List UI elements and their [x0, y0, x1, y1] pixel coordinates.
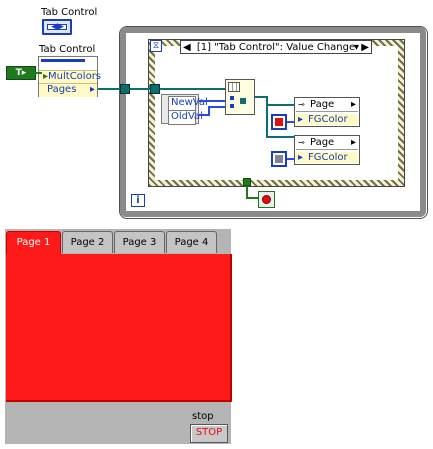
- page-node-top: ⊸ Page ▸: [296, 99, 358, 112]
- tab-control[interactable]: Page 1 Page 2 Page 3 Page 4: [5, 231, 231, 255]
- input-arrow-icon: ▸: [298, 152, 304, 163]
- red-color-swatch: [275, 118, 283, 126]
- stop-wire-horizontal: [246, 197, 258, 199]
- pages-wire-to-select: [160, 88, 226, 90]
- node-arrow-icon: ▸: [350, 99, 356, 110]
- tab-control-terminal-label: Tab Control: [41, 7, 98, 18]
- event-case-label: [1] "Tab Control": Value Change: [196, 42, 356, 53]
- property-multcolors-label: MultColors: [48, 71, 102, 82]
- loop-tunnel: [120, 84, 130, 94]
- output-arrow-icon: ▸: [89, 84, 95, 95]
- page-wire-top: [268, 104, 294, 106]
- boolean-wire: [34, 72, 42, 74]
- index-array-node[interactable]: [225, 79, 255, 115]
- page-node-label: Page: [310, 99, 335, 110]
- reference-key-icon: ⊸: [298, 138, 305, 147]
- true-constant[interactable]: T▸: [6, 66, 36, 80]
- event-case-selector[interactable]: ◀ [1] "Tab Control": Value Change ▾ ▶: [180, 40, 372, 54]
- selector-left-arrow-icon[interactable]: ◀: [183, 41, 191, 54]
- property-row-multcolors[interactable]: ▸MultColors: [39, 70, 101, 84]
- oldval-wire-to-select: [208, 106, 226, 108]
- tab-control-terminal[interactable]: ◀▶: [42, 19, 72, 35]
- node-arrow-icon: ▸: [350, 137, 356, 148]
- red-color-constant[interactable]: [271, 114, 287, 130]
- page-node-top: ⊸ Page ▸: [296, 137, 358, 150]
- input-arrow-icon: ▸: [298, 114, 304, 125]
- tab-page-4[interactable]: Page 4: [166, 231, 217, 253]
- page-wire-bottom: [268, 136, 294, 138]
- event-tunnel: [150, 84, 160, 94]
- tab-page-3[interactable]: Page 3: [114, 231, 165, 253]
- tab-page-2[interactable]: Page 2: [62, 231, 113, 253]
- output-dot-icon: [240, 98, 246, 104]
- fgcolor-label: FGColor: [308, 152, 348, 163]
- stop-sign-icon: [262, 195, 271, 204]
- iteration-terminal[interactable]: i: [131, 194, 145, 207]
- tab-page-content: [6, 254, 232, 402]
- tab-page-1[interactable]: Page 1: [6, 231, 61, 255]
- page-fgcolor-node-2[interactable]: ⊸ Page ▸ ▸ FGColor: [294, 135, 360, 165]
- stop-button[interactable]: STOP: [190, 424, 228, 443]
- index-dot-icon: [230, 96, 234, 100]
- loop-condition-terminal[interactable]: [258, 191, 275, 208]
- tab-control-property-node[interactable]: ▸MultColors Pages ▸: [38, 56, 101, 97]
- gray-color-wire: [287, 158, 294, 160]
- property-node-label: Tab Control: [39, 44, 96, 55]
- constant-arrow-icon: ▸: [21, 68, 27, 78]
- red-color-wire: [287, 121, 294, 123]
- array-icon: [228, 82, 240, 92]
- fgcolor-row[interactable]: ▸ FGColor: [296, 152, 358, 163]
- reference-key-icon: ⊸: [298, 100, 305, 109]
- event-data-oldval[interactable]: OldVal: [168, 110, 203, 125]
- gray-color-swatch: [275, 155, 283, 163]
- block-diagram-and-front-panel: { "diagram": { "tab_control_terminal_lab…: [0, 0, 433, 449]
- event-data-node[interactable]: NewVal OldVal: [161, 94, 208, 125]
- index-dot-icon: [230, 104, 234, 108]
- stop-label: stop: [192, 411, 214, 422]
- page-wire-vertical: [266, 96, 268, 138]
- property-node-ref-bar: [41, 59, 85, 62]
- boolean-tunnel: [243, 178, 251, 186]
- gray-color-constant[interactable]: [271, 151, 287, 167]
- property-node-header: [39, 57, 97, 71]
- page-fgcolor-node-1[interactable]: ⊸ Page ▸ ▸ FGColor: [294, 97, 360, 127]
- fgcolor-row[interactable]: ▸ FGColor: [296, 114, 358, 125]
- selector-dropdown-icon[interactable]: ▾: [354, 41, 359, 54]
- newval-wire: [199, 100, 225, 102]
- fgcolor-label: FGColor: [308, 114, 348, 125]
- property-pages-label: Pages: [47, 84, 77, 95]
- timeout-hourglass-icon[interactable]: ⧖: [150, 40, 162, 52]
- selector-right-arrow-icon[interactable]: ▶: [361, 41, 369, 54]
- page-node-label: Page: [310, 137, 335, 148]
- event-data-newval[interactable]: NewVal: [168, 96, 208, 111]
- property-row-pages[interactable]: Pages ▸: [39, 83, 97, 97]
- enum-arrows-icon: ◀▶: [47, 22, 67, 32]
